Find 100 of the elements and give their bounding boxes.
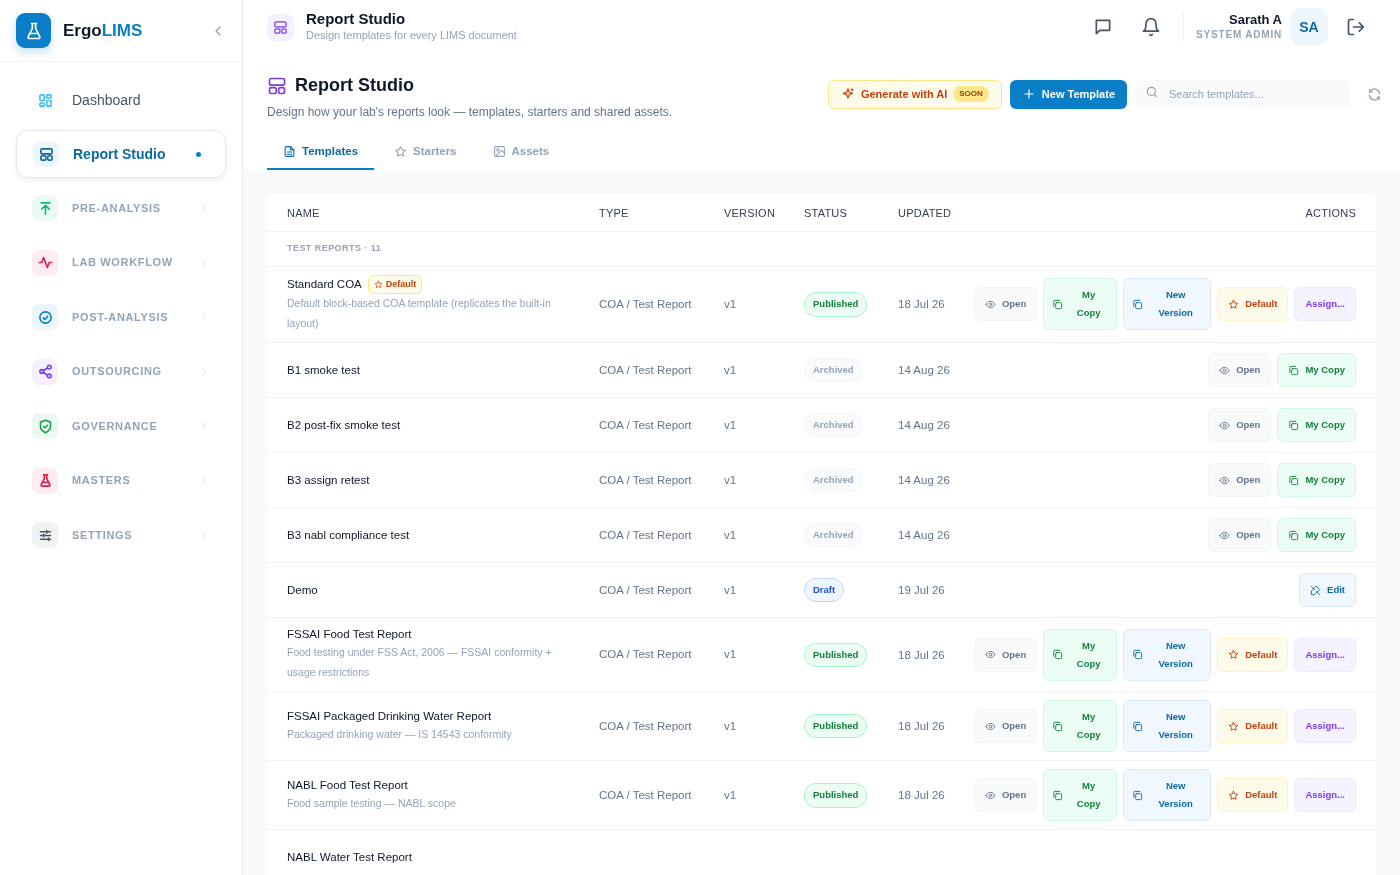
type-cell-text: COA / Test Report	[599, 787, 693, 803]
template-name: FSSAI Packaged Drinking Water Report	[287, 708, 492, 724]
new-template-button[interactable]: New Template	[1009, 80, 1127, 109]
type-cell-text: COA / Test Report	[599, 582, 693, 598]
tab[interactable]: Templates	[267, 135, 375, 171]
status-badge: Draft	[804, 578, 845, 603]
sliders-icon	[32, 522, 58, 548]
updated-date: 18 Jul 26	[898, 788, 945, 804]
status-badge: Archived	[804, 413, 863, 438]
star-icon	[1228, 649, 1240, 661]
eye-icon	[984, 720, 996, 732]
assign-button[interactable]: Assign...	[1294, 709, 1356, 744]
open-button[interactable]: Open	[1208, 518, 1272, 553]
search-input[interactable]: Search templates...	[1167, 80, 1341, 109]
star-icon	[1228, 298, 1240, 310]
copy-icon	[1052, 649, 1064, 661]
user-avatar[interactable]: SA	[1290, 8, 1328, 46]
column-header: VERSION	[724, 205, 777, 221]
refresh-icon[interactable]	[1367, 86, 1382, 102]
version-button[interactable]: New Version	[1123, 628, 1212, 681]
template-name: Demo	[287, 582, 318, 598]
version-cell-text: v1	[724, 787, 738, 803]
sidebar-item[interactable]: GOVERNANCE	[16, 402, 226, 450]
version-button[interactable]: New Version	[1123, 769, 1212, 822]
open-button[interactable]: Open	[1208, 353, 1272, 388]
chat-icon[interactable]	[1093, 17, 1114, 37]
app-logo	[16, 13, 51, 48]
updated-date: 14 Aug 26	[898, 528, 950, 543]
star-icon	[1228, 720, 1240, 732]
upload-icon	[32, 195, 58, 221]
bell-icon[interactable]	[1141, 17, 1162, 37]
search-icon	[1145, 84, 1159, 99]
tab[interactable]: Assets	[476, 135, 566, 171]
layout-icon	[33, 141, 59, 167]
status-badge: Archived	[804, 523, 863, 548]
column-header: TYPE	[599, 205, 630, 221]
column-header: UPDATED	[898, 205, 953, 221]
column-header: NAME	[287, 205, 321, 221]
copy-button[interactable]: My Copy	[1043, 700, 1118, 753]
template-description: Packaged drinking water — IS 14543 conformity	[287, 726, 513, 742]
open-button[interactable]: Open	[973, 287, 1038, 322]
type-cell-text: COA / Test Report	[599, 647, 693, 663]
open-button[interactable]: Open	[973, 709, 1038, 744]
column-header: STATUS	[804, 205, 849, 221]
version-cell-text: v1	[724, 417, 738, 433]
version-button[interactable]: New Version	[1123, 700, 1212, 753]
copy-button[interactable]: My Copy	[1043, 628, 1118, 681]
generate-ai-button[interactable]: Generate with AI SOON	[827, 80, 1002, 109]
search-field[interactable]: Search templates...	[1135, 80, 1351, 109]
image-icon	[492, 145, 506, 159]
logout-icon[interactable]	[1346, 17, 1366, 37]
sidebar-item[interactable]: SETTINGS	[16, 511, 226, 559]
updated-date: 19 Jul 26	[898, 583, 945, 598]
default-button[interactable]: Default	[1217, 637, 1289, 672]
open-button[interactable]: Open	[973, 637, 1038, 672]
tab[interactable]: Starters	[378, 135, 473, 171]
copy-icon	[1132, 789, 1144, 801]
template-name: B1 smoke test	[287, 362, 360, 378]
sidebar-item[interactable]: Dashboard	[16, 76, 226, 124]
sidebar-item[interactable]: Report Studio	[16, 130, 226, 178]
copy-button[interactable]: My Copy	[1043, 278, 1118, 331]
star-icon	[1228, 789, 1240, 801]
star-icon	[394, 145, 408, 159]
app-name: ErgoLIMS	[63, 19, 143, 42]
eye-icon	[984, 298, 996, 310]
assign-button[interactable]: Assign...	[1294, 637, 1356, 672]
eye-icon	[1219, 529, 1231, 541]
updated-date: 14 Aug 26	[898, 473, 950, 488]
copy-icon	[1288, 474, 1300, 486]
assign-button[interactable]: Assign...	[1294, 287, 1356, 322]
copy-icon	[1052, 298, 1064, 310]
default-button[interactable]: Default	[1217, 778, 1289, 813]
status-badge: Published	[804, 642, 868, 667]
sidebar-item[interactable]: POST-ANALYSIS	[16, 293, 226, 341]
sidebar-item[interactable]: MASTERS	[16, 456, 226, 505]
template-name: FSSAI Food Test Report	[287, 627, 412, 643]
version-button[interactable]: New Version	[1123, 278, 1212, 331]
edit-button[interactable]: Edit	[1299, 573, 1356, 608]
layout-icon	[267, 75, 287, 96]
copy-button[interactable]: My Copy	[1277, 463, 1356, 498]
copy-button[interactable]: My Copy	[1043, 769, 1118, 822]
default-button[interactable]: Default	[1217, 709, 1289, 744]
status-badge: Published	[804, 783, 868, 808]
eye-icon	[1219, 364, 1231, 376]
template-description: Default block-based COA template (replicates the built-in layout)	[287, 296, 552, 332]
copy-button[interactable]: My Copy	[1277, 408, 1356, 443]
open-button[interactable]: Open	[1208, 463, 1272, 498]
open-button[interactable]: Open	[1208, 408, 1272, 443]
copy-button[interactable]: My Copy	[1277, 518, 1356, 553]
copy-button[interactable]: My Copy	[1277, 353, 1356, 388]
sidebar-item[interactable]: OUTSOURCING	[16, 347, 226, 396]
copy-icon	[1288, 419, 1300, 431]
template-name: B2 post-fix smoke test	[287, 417, 401, 433]
sidebar-item[interactable]: LAB WORKFLOW	[16, 238, 226, 287]
open-button[interactable]: Open	[973, 778, 1038, 813]
default-button[interactable]: Default	[1217, 287, 1289, 322]
sidebar-item[interactable]: PRE-ANALYSIS	[16, 184, 226, 232]
assign-button[interactable]: Assign...	[1294, 778, 1356, 813]
status-badge: Published	[804, 292, 868, 317]
status-badge: Archived	[804, 358, 863, 383]
